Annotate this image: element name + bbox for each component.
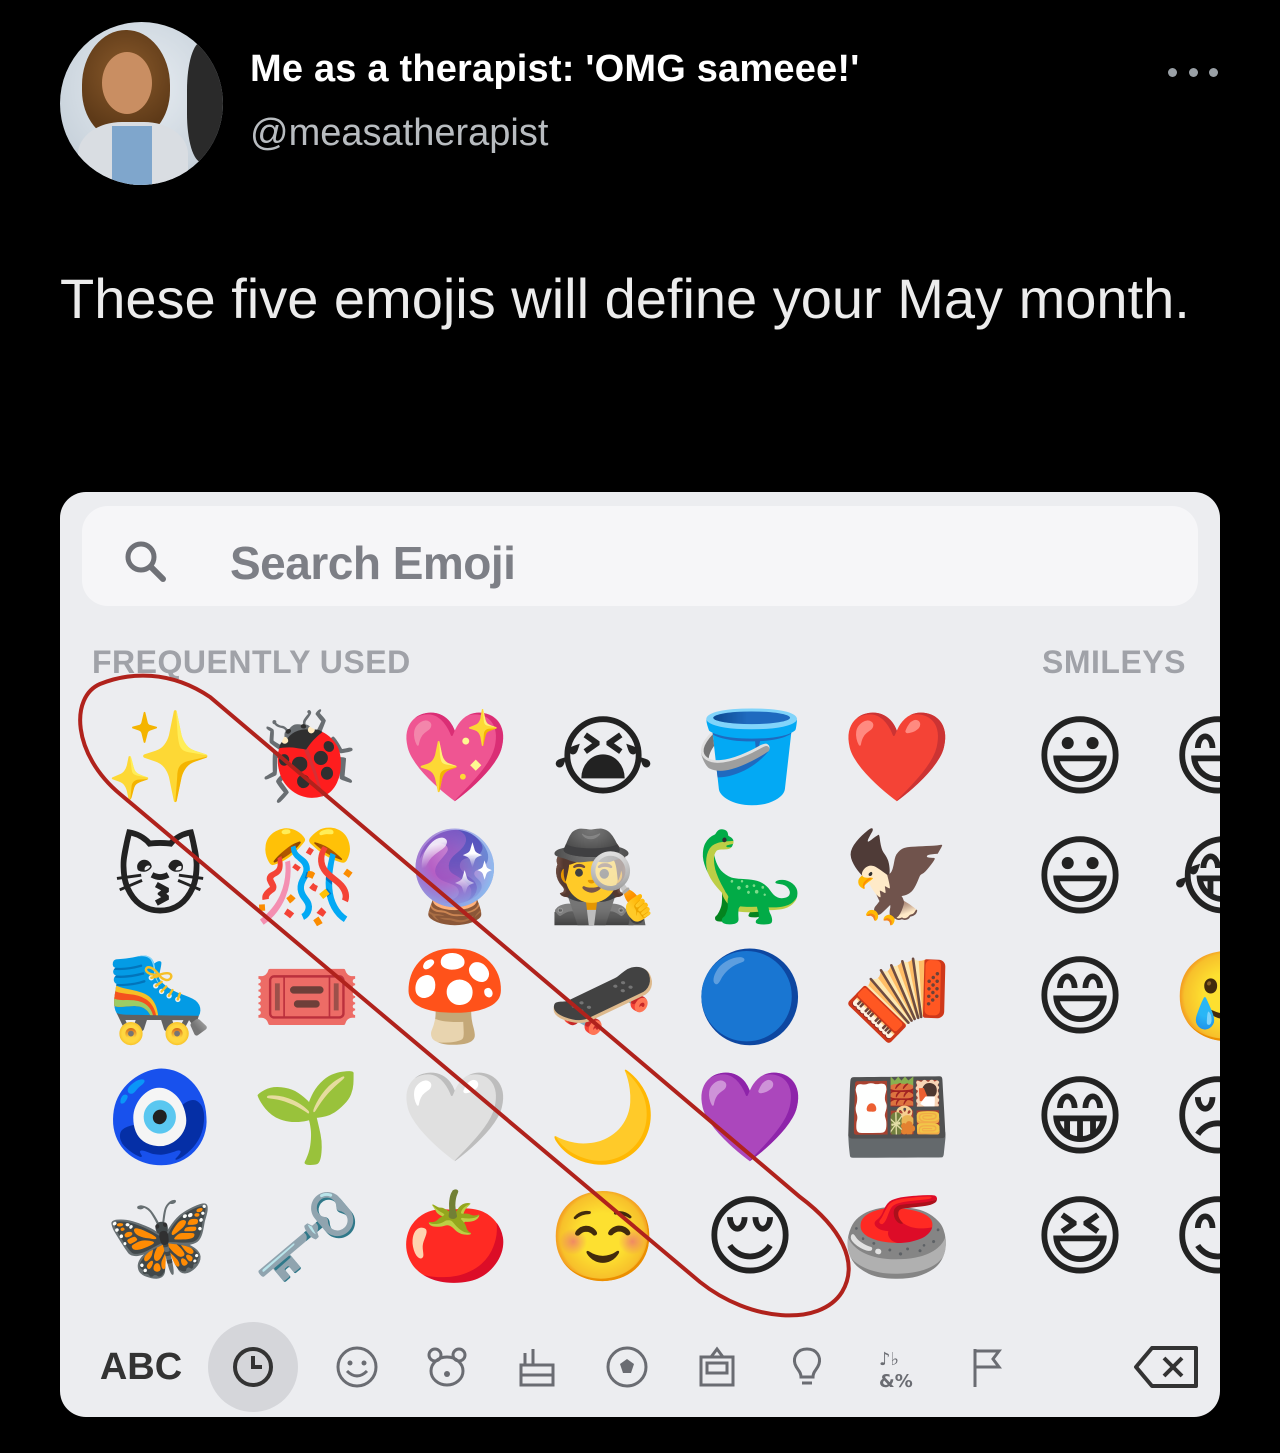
emoji-key[interactable]: 🌙 (548, 1062, 658, 1172)
emoji-key[interactable]: 🤍 (400, 1062, 510, 1172)
emoji-key[interactable]: 🛹 (548, 942, 658, 1052)
emoji-key[interactable]: 🌱 (252, 1062, 362, 1172)
emoji-key[interactable]: ☺️ (548, 1182, 658, 1292)
emoji-key[interactable]: 🗝️ (252, 1182, 362, 1292)
activity-ball-icon[interactable] (592, 1332, 662, 1402)
emoji-key[interactable]: 🍅 (400, 1182, 510, 1292)
emoji-key[interactable]: 😌 (695, 1182, 805, 1292)
emoji-key[interactable]: ✨ (105, 702, 215, 812)
emoji-key[interactable]: 🎟️ (252, 942, 362, 1052)
emoji-key[interactable]: 😆 (1025, 1182, 1135, 1292)
objects-bulb-icon[interactable] (772, 1332, 842, 1402)
svg-text:♪♭: ♪♭ (879, 1349, 899, 1370)
abc-keyboard-button[interactable]: ABC (86, 1332, 196, 1402)
emoji-key[interactable]: 😄 (1025, 942, 1135, 1052)
emoji-key[interactable]: 🥌 (842, 1182, 952, 1292)
display-name[interactable]: Me as a therapist: 'OMG sameee!' (250, 48, 859, 91)
emoji-key[interactable]: 😭 (548, 702, 658, 812)
emoji-key[interactable]: ❤️ (842, 702, 952, 812)
symbols-icon[interactable]: ♪♭ &% (862, 1332, 932, 1402)
emoji-key-partial[interactable]: 😅 (1172, 702, 1220, 812)
travel-icon[interactable] (682, 1332, 752, 1402)
emoji-key[interactable]: 🔵 (695, 942, 805, 1052)
emoji-key[interactable]: 🕵️ (548, 822, 658, 932)
section-label-smileys: SMILEYS (1042, 644, 1186, 680)
search-input[interactable]: Search Emoji (82, 506, 1198, 606)
food-icon[interactable] (502, 1332, 572, 1402)
emoji-key-partial[interactable]: 🥲 (1172, 942, 1220, 1052)
search-icon (125, 541, 166, 582)
emoji-key[interactable]: 😃 (1025, 702, 1135, 812)
section-label-frequently-used: FREQUENTLY USED (92, 644, 411, 680)
emoji-key-partial[interactable]: 😢 (1172, 1062, 1220, 1172)
emoji-key-partial[interactable]: 😂 (1172, 822, 1220, 932)
emoji-key[interactable]: 🪣 (695, 702, 805, 812)
emoji-key[interactable]: 🐞 (252, 702, 362, 812)
emoji-key[interactable]: 🧿 (105, 1062, 215, 1172)
flag-icon[interactable] (952, 1332, 1022, 1402)
emoji-key[interactable]: 🦕 (695, 822, 805, 932)
delete-backspace-icon[interactable] (1122, 1332, 1212, 1402)
search-placeholder: Search Emoji (230, 537, 516, 589)
emoji-key[interactable]: 🪗 (842, 942, 952, 1052)
emoji-key[interactable]: 🦋 (105, 1182, 215, 1292)
avatar[interactable] (60, 22, 223, 185)
emoji-key[interactable]: 🔮 (400, 822, 510, 932)
animal-icon[interactable] (412, 1332, 482, 1402)
emoji-key[interactable]: 😁 (1025, 1062, 1135, 1172)
emoji-key[interactable]: 🎊 (252, 822, 362, 932)
more-dots-icon[interactable] (1168, 62, 1218, 82)
emoji-category-bar: ABC ♪♭ &% (60, 1322, 1220, 1412)
svg-text:&%: &% (879, 1371, 913, 1391)
emoji-keyboard-screenshot: Search Emoji FREQUENTLY USED SMILEYS ✨ 🐞 💖… (60, 492, 1220, 1417)
emoji-key[interactable]: 😃 (1025, 822, 1135, 932)
emoji-key-partial[interactable]: 😊 (1172, 1182, 1220, 1292)
emoji-key[interactable]: 💖 (400, 702, 510, 812)
emoji-key[interactable]: 😽 (105, 822, 215, 932)
smiley-icon[interactable] (322, 1332, 392, 1402)
emoji-key[interactable]: 🍄 (400, 942, 510, 1052)
emoji-key[interactable]: 🛼 (105, 942, 215, 1052)
tweet-text: These five emojis will define your May m… (60, 267, 1190, 330)
emoji-key[interactable]: 🍱 (842, 1062, 952, 1172)
recent-clock-icon[interactable] (208, 1322, 298, 1412)
emoji-key[interactable]: 🦅 (842, 822, 952, 932)
user-handle[interactable]: @measatherapist (250, 112, 548, 155)
emoji-key[interactable]: 💜 (695, 1062, 805, 1172)
